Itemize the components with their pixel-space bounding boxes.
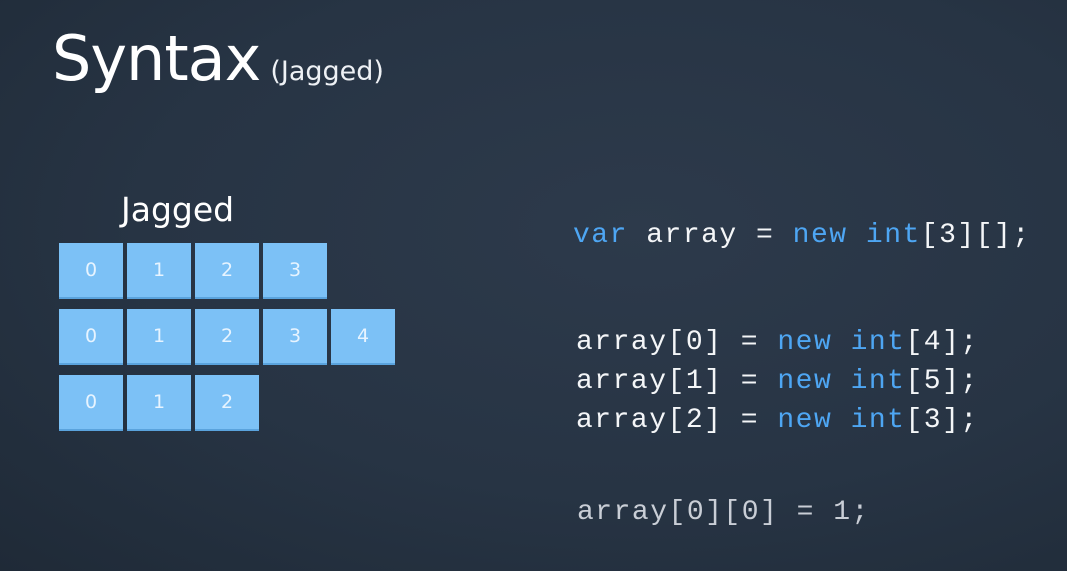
- array-row-0: 0 1 2 3: [59, 243, 331, 299]
- code-keyword-int: int: [850, 327, 906, 358]
- code-keyword-int: int: [865, 220, 921, 251]
- code-declaration: var array = new int[3][];: [573, 220, 1031, 251]
- array-cell: 1: [127, 243, 191, 299]
- code-keyword-new: new: [777, 405, 833, 436]
- code-brackets: [3][];: [920, 220, 1031, 251]
- array-cell: 3: [263, 243, 327, 299]
- array-cell: 0: [59, 309, 123, 365]
- code-lhs: array[2] =: [576, 405, 778, 436]
- array-cell: 0: [59, 243, 123, 299]
- code-lhs: array[1] =: [576, 366, 778, 397]
- code-element-access: array[0][0] = 1;: [577, 497, 870, 528]
- code-size: [3];: [905, 405, 979, 436]
- array-row-2: 0 1 2: [59, 375, 263, 431]
- code-keyword-new: new: [792, 220, 848, 251]
- code-keyword-int: int: [850, 405, 906, 436]
- array-cell: 4: [331, 309, 395, 365]
- code-variable-name: array =: [627, 220, 793, 251]
- code-keyword-new: new: [777, 327, 833, 358]
- title-subtitle: (Jagged): [270, 56, 384, 87]
- array-cell: 2: [195, 243, 259, 299]
- slide-title: Syntax (Jagged): [52, 22, 384, 95]
- code-assignment-1: array[1] = new int[5];: [576, 366, 979, 397]
- diagram-label: Jagged: [121, 190, 235, 229]
- code-assignment-2: array[2] = new int[3];: [576, 405, 979, 436]
- code-keyword-int: int: [850, 366, 906, 397]
- array-cell: 1: [127, 375, 191, 431]
- array-row-1: 0 1 2 3 4: [59, 309, 399, 365]
- code-assignment-0: array[0] = new int[4];: [576, 327, 979, 358]
- code-size: [4];: [905, 327, 979, 358]
- code-lhs: array[0] =: [576, 327, 778, 358]
- array-cell: 2: [195, 309, 259, 365]
- array-cell: 0: [59, 375, 123, 431]
- code-keyword-new: new: [777, 366, 833, 397]
- array-cell: 2: [195, 375, 259, 431]
- array-cell: 3: [263, 309, 327, 365]
- code-size: [5];: [905, 366, 979, 397]
- array-cell: 1: [127, 309, 191, 365]
- title-main: Syntax: [52, 22, 261, 95]
- code-keyword-var: var: [573, 220, 628, 251]
